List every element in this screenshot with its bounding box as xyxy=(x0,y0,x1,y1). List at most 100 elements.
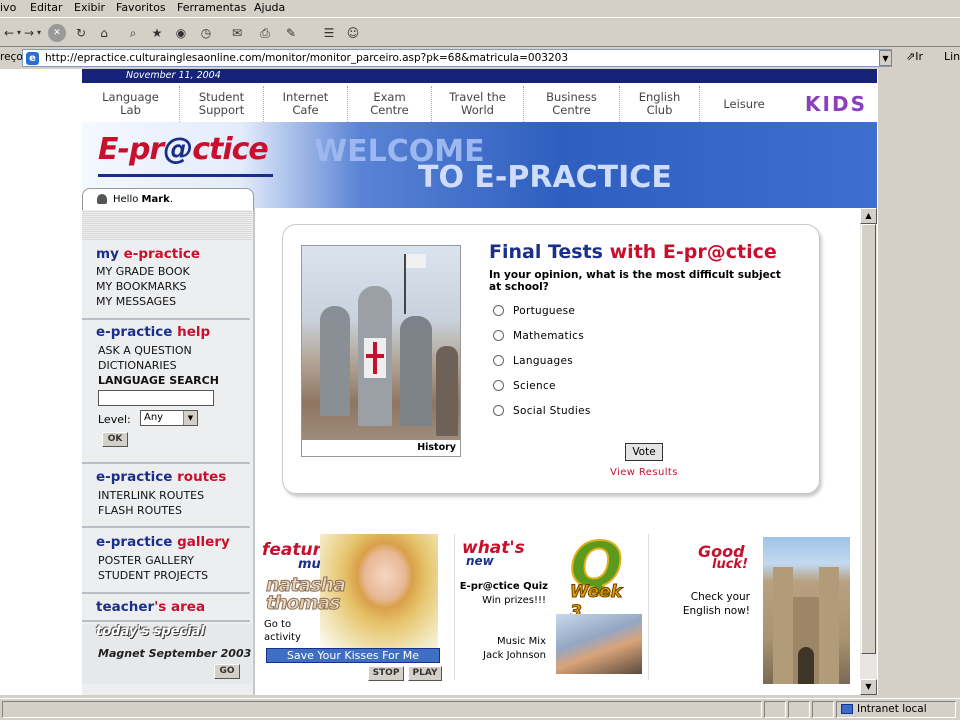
nav-language-lab[interactable]: Language Lab xyxy=(82,86,180,122)
favorites-icon[interactable]: ★ xyxy=(148,24,166,42)
epractice-logo[interactable]: E-pr@ctice xyxy=(98,132,269,167)
whats-new: what's new Q Week 3 E-pr@ctice Quiz Win … xyxy=(456,527,648,690)
go-to-activity-link[interactable]: Go to activity xyxy=(264,618,301,644)
whats-new-subtitle: new xyxy=(466,554,494,568)
left-sidebar: Hello Mark. my e-practice MY GRADE BOOK … xyxy=(82,188,255,695)
language-search-label: LANGUAGE SEARCH xyxy=(98,374,219,387)
greeting-prefix: Hello xyxy=(113,194,139,205)
vertical-scrollbar[interactable]: ▲ ▼ xyxy=(860,208,877,695)
divider xyxy=(82,592,250,594)
mail-icon[interactable]: ✉ xyxy=(228,24,246,42)
forward-dropdown-icon[interactable]: ▾ xyxy=(30,24,48,42)
menu-favorites[interactable]: Favoritos xyxy=(116,1,166,14)
nav-student-support[interactable]: Student Support xyxy=(180,86,264,122)
view-results-link[interactable]: View Results xyxy=(610,467,678,478)
stop-icon[interactable]: ✕ xyxy=(48,24,66,42)
radio-button[interactable] xyxy=(493,355,504,366)
address-dropdown-icon[interactable]: ▼ xyxy=(879,50,892,66)
featured-music: featured music natasha thomas Go to acti… xyxy=(256,530,452,690)
title-part: e-practice xyxy=(123,246,201,262)
link-my-messages[interactable]: MY MESSAGES xyxy=(82,294,252,309)
good-luck-subtitle: luck! xyxy=(712,557,748,572)
quiz-title[interactable]: E-pr@ctice Quiz xyxy=(458,581,548,592)
option-label: Social Studies xyxy=(513,405,591,417)
link-flash-routes[interactable]: FLASH ROUTES xyxy=(82,503,252,518)
section-title: teacher's area xyxy=(82,599,252,615)
todays-special: today's special Magnet September 2003 GO xyxy=(82,624,252,684)
song-title[interactable]: Save Your Kisses For Me xyxy=(266,648,440,663)
address-label: reço xyxy=(0,51,23,63)
history-painting: History xyxy=(301,245,461,457)
nav-internet-cafe[interactable]: Internet Cafe xyxy=(264,86,348,122)
poll-question: In your opinion, what is the most diffic… xyxy=(489,269,781,293)
radio-button[interactable] xyxy=(493,305,504,316)
ok-button[interactable]: OK xyxy=(102,432,128,447)
castle-photo[interactable] xyxy=(763,537,850,684)
nav-travel-the-world[interactable]: Travel the World xyxy=(432,86,524,122)
link-interlink-routes[interactable]: INTERLINK ROUTES xyxy=(82,488,252,503)
castle-tower xyxy=(819,567,839,684)
go-button[interactable]: ⇗Ir xyxy=(906,50,923,63)
painting-cross xyxy=(373,342,377,374)
logo-at: @ xyxy=(163,132,193,167)
greeting: Hello Mark. xyxy=(82,188,254,210)
user-name: Mark xyxy=(141,194,170,205)
print-icon[interactable]: ⎙ xyxy=(256,24,274,42)
divider xyxy=(648,534,649,680)
menu-tools[interactable]: Ferramentas xyxy=(177,1,246,14)
zone-label: Intranet local xyxy=(857,703,927,715)
nav-english-club[interactable]: English Club xyxy=(620,86,700,122)
link-my-grade-book[interactable]: MY GRADE BOOK xyxy=(82,264,252,279)
scroll-down-icon[interactable]: ▼ xyxy=(860,679,877,695)
media-icon[interactable]: ◉ xyxy=(172,24,190,42)
link-poster-gallery[interactable]: POSTER GALLERY xyxy=(82,553,252,568)
language-search-input[interactable] xyxy=(98,390,214,406)
music-photo[interactable] xyxy=(556,614,642,674)
nav-business-centre[interactable]: Business Centre xyxy=(524,86,620,122)
edit-icon[interactable]: ✎ xyxy=(282,24,300,42)
music-title[interactable]: Music Mix xyxy=(458,636,546,647)
title-part: Final Tests xyxy=(489,241,603,263)
nav-exam-centre[interactable]: Exam Centre xyxy=(348,86,432,122)
go-button[interactable]: GO xyxy=(214,664,240,679)
quiz-badge[interactable]: Q Week 3 xyxy=(564,527,636,623)
history-icon[interactable]: ◷ xyxy=(197,24,215,42)
play-button[interactable]: PLAY xyxy=(408,666,442,681)
messenger-icon[interactable]: ☺ xyxy=(344,24,362,42)
teachers-area-link[interactable]: teacher's area xyxy=(82,599,252,615)
vote-button[interactable]: Vote xyxy=(625,443,663,461)
radio-button[interactable] xyxy=(493,330,504,341)
link-my-bookmarks[interactable]: MY BOOKMARKS xyxy=(82,279,252,294)
scroll-up-icon[interactable]: ▲ xyxy=(860,208,877,224)
home-icon[interactable]: ⌂ xyxy=(95,24,113,42)
link-dictionaries[interactable]: DICTIONARIES xyxy=(82,358,252,373)
link-student-projects[interactable]: STUDENT PROJECTS xyxy=(82,568,252,583)
radio-button[interactable] xyxy=(493,405,504,416)
radio-button[interactable] xyxy=(493,380,504,391)
refresh-icon[interactable]: ↻ xyxy=(72,24,90,42)
section-title: my e-practice xyxy=(82,246,252,262)
links-label[interactable]: Lin xyxy=(944,50,960,63)
stop-button[interactable]: STOP xyxy=(368,666,404,681)
nav-leisure[interactable]: Leisure xyxy=(700,86,788,122)
divider xyxy=(82,526,250,528)
title-part: area xyxy=(171,599,206,615)
good-luck-text[interactable]: Check your English now! xyxy=(660,590,750,618)
scroll-thumb[interactable] xyxy=(861,224,876,654)
level-select[interactable]: Any ▼ xyxy=(140,410,198,426)
discuss-icon[interactable]: ☰ xyxy=(320,24,338,42)
option-label: Portuguese xyxy=(513,305,576,317)
nav-kids[interactable]: KIDS xyxy=(805,92,867,116)
search-icon[interactable]: ⌕ xyxy=(124,24,142,42)
section-title: e-practice gallery xyxy=(82,534,252,550)
url-input[interactable]: e http://epractice.culturainglesaonline.… xyxy=(22,49,892,67)
menu-file[interactable]: ivo xyxy=(0,1,16,14)
menu-view[interactable]: Exibir xyxy=(74,1,105,14)
menu-help[interactable]: Ajuda xyxy=(254,1,285,14)
logo-underline xyxy=(98,174,273,177)
title-part: e-practice xyxy=(96,469,173,485)
chevron-down-icon: ▼ xyxy=(183,411,197,425)
menu-edit[interactable]: Editar xyxy=(30,1,63,14)
intranet-icon xyxy=(841,704,853,714)
link-ask-a-question[interactable]: ASK A QUESTION xyxy=(82,343,252,358)
